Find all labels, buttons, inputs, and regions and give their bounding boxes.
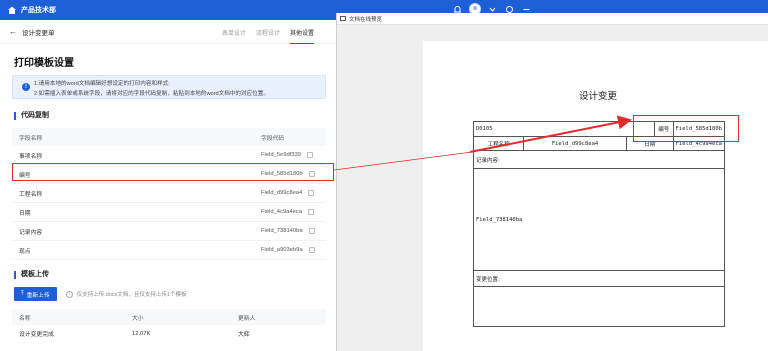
table-row: 工程名称 Field_d99c8ea4 xyxy=(12,184,326,203)
sub-header: ← 设计变更单 表单设计 流程设计 其他设置 xyxy=(0,20,336,44)
copy-icon[interactable] xyxy=(308,228,315,234)
field-name: 工程名称 xyxy=(19,191,43,198)
reupload-button-label: 重新上传 xyxy=(26,292,50,299)
table-row: 记录内容 Field_738140ba xyxy=(12,222,326,241)
tab-form-design[interactable]: 表单设计 xyxy=(222,28,246,44)
info-icon: ! xyxy=(22,83,30,91)
upload-section-title: 模板上传 xyxy=(14,271,336,279)
upload-icon: ⤒ xyxy=(21,290,24,297)
copy-icon[interactable] xyxy=(308,247,315,253)
code-table-header: 字段名称 字段代码 xyxy=(12,128,326,146)
document-preview-window: 文档在线预览 设计变更 D0105 编号 Field_585d180b 工程名称… xyxy=(336,13,768,351)
notice-line-2: 2.如需插入表单或系统字段，请将对应的字段代码复制，粘贴到本地的word文档中的… xyxy=(34,91,269,97)
preview-title-bar: 文档在线预览 xyxy=(337,13,768,25)
doc-code: D0105 xyxy=(473,121,655,137)
back-arrow-icon[interactable]: ← xyxy=(9,27,17,36)
notice-box: ! 1.请用本地的word文档编辑好想设定的打印内容和样式; 2.如需插入表单或… xyxy=(12,75,326,99)
field-name: 现点 xyxy=(19,248,31,255)
highlight-box xyxy=(12,163,334,181)
doc-project-label: 工程名称 xyxy=(472,136,525,151)
file-size: 12.07K xyxy=(132,330,151,337)
doc-position-label: 变更位置: xyxy=(473,270,725,287)
preview-window-title: 文档在线预览 xyxy=(349,16,383,23)
copy-icon[interactable] xyxy=(306,152,313,158)
window-icon xyxy=(340,16,346,21)
copy-icon[interactable] xyxy=(307,209,314,215)
document-page: 设计变更 D0105 编号 Field_585d180b 工程名称 Field_… xyxy=(423,41,768,351)
field-name: 记录内容 xyxy=(19,229,43,236)
page-title: 打印模板设置 xyxy=(14,58,74,69)
upload-tip-text: 仅支持上传.docx文档，且仅支持上传1个模板 xyxy=(76,292,187,298)
field-name: 日期 xyxy=(19,210,31,217)
table-row: 现点 Field_a903eb9a xyxy=(12,241,326,260)
doc-record-label: 记录内容: xyxy=(473,150,725,169)
col-field-code: 字段代码 xyxy=(261,135,285,142)
document-table: D0105 编号 Field_585d180b 工程名称 Field_d99c8… xyxy=(472,121,726,327)
tab-other-settings[interactable]: 其他设置 xyxy=(290,28,314,44)
home-icon xyxy=(8,6,16,14)
app-name: 产品技术部 xyxy=(21,7,56,14)
field-code: Field_4c9a4eca xyxy=(261,209,302,215)
tab-bar: 表单设计 流程设计 其他设置 xyxy=(222,28,314,44)
doc-highlight-box xyxy=(633,115,739,142)
doc-position-value xyxy=(473,286,725,327)
col-file-name: 名称 xyxy=(19,315,31,322)
reupload-button[interactable]: ⤒ 重新上传 xyxy=(14,287,57,301)
doc-record-value: Field_738140ba xyxy=(473,168,725,271)
file-user: 大辉 xyxy=(238,332,250,338)
file-row[interactable]: 设计变更完成 12.07K 大辉 xyxy=(12,325,326,342)
info-circle-icon: i xyxy=(65,290,73,298)
tab-process-design[interactable]: 流程设计 xyxy=(256,28,280,44)
app-home-link[interactable]: 产品技术部 xyxy=(7,5,56,15)
col-file-user: 更新人 xyxy=(238,315,256,322)
code-section-title: 代码复制 xyxy=(14,112,336,120)
file-table-header: 名称 大小 更新人 xyxy=(12,309,326,325)
upload-tip: i 仅支持上传.docx文档，且仅支持上传1个模板 xyxy=(65,290,187,298)
field-code: Field_d99c8ea4 xyxy=(261,190,303,196)
settings-panel: ← 设计变更单 表单设计 流程设计 其他设置 打印模板设置 ! 1.请用本地的w… xyxy=(0,20,336,351)
field-code: Field_738140ba xyxy=(261,228,303,234)
copy-icon[interactable] xyxy=(308,190,315,196)
table-row: 日期 Field_4c9a4eca xyxy=(12,203,326,222)
field-code: Field_a903eb9a xyxy=(261,247,303,253)
doc-project-value: Field_d99c8ea4 xyxy=(523,136,627,151)
field-name: 事项名称 xyxy=(19,153,43,160)
document-title: 设计变更 xyxy=(579,91,618,102)
field-code: Field_5e9df339 xyxy=(261,152,301,158)
form-title: 设计变更单 xyxy=(22,29,55,37)
file-name: 设计变更完成 xyxy=(19,332,54,338)
col-field-name: 字段名称 xyxy=(19,135,43,142)
notice-line-1: 1.请用本地的word文档编辑好想设定的打印内容和样式; xyxy=(34,81,170,87)
upload-bar: ⤒ 重新上传 i 仅支持上传.docx文档，且仅支持上传1个模板 xyxy=(14,287,336,301)
col-file-size: 大小 xyxy=(132,315,144,322)
